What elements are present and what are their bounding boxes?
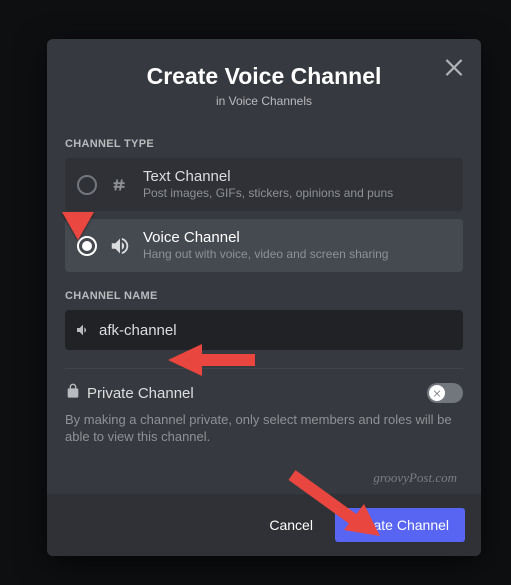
- speaker-small-icon: [75, 322, 91, 338]
- radio-voice: [77, 236, 97, 256]
- channel-name-field[interactable]: [65, 310, 463, 350]
- channel-type-label: CHANNEL TYPE: [65, 138, 463, 150]
- modal-subtitle: in Voice Channels: [65, 94, 463, 108]
- private-toggle[interactable]: [427, 383, 463, 403]
- channel-type-voice[interactable]: Voice Channel Hang out with voice, video…: [65, 219, 463, 272]
- private-channel-desc: By making a channel private, only select…: [65, 411, 463, 445]
- private-channel-row: Private Channel: [65, 383, 463, 403]
- text-channel-title: Text Channel: [143, 168, 393, 186]
- private-label-text: Private Channel: [87, 385, 194, 402]
- divider: [65, 368, 463, 369]
- cancel-button[interactable]: Cancel: [253, 508, 329, 542]
- voice-channel-title: Voice Channel: [143, 229, 388, 247]
- radio-voice-selected: [82, 241, 92, 251]
- text-channel-text: Text Channel Post images, GIFs, stickers…: [143, 168, 393, 201]
- modal-header: Create Voice Channel in Voice Channels: [47, 39, 481, 116]
- close-icon: [441, 53, 467, 79]
- channel-type-text[interactable]: Text Channel Post images, GIFs, stickers…: [65, 158, 463, 211]
- modal-body: CHANNEL TYPE Text Channel Post images, G…: [47, 116, 481, 494]
- create-channel-modal: Create Voice Channel in Voice Channels C…: [47, 39, 481, 556]
- radio-text: [77, 175, 97, 195]
- lock-icon: [65, 383, 81, 403]
- watermark: groovyPost.com: [373, 470, 457, 486]
- toggle-knob: [429, 385, 445, 401]
- modal-footer: Cancel Create Channel: [47, 494, 481, 556]
- channel-name-input[interactable]: [99, 322, 453, 339]
- voice-channel-text: Voice Channel Hang out with voice, video…: [143, 229, 388, 262]
- modal-title: Create Voice Channel: [65, 63, 463, 90]
- create-channel-button[interactable]: Create Channel: [335, 508, 465, 542]
- voice-channel-desc: Hang out with voice, video and screen sh…: [143, 247, 388, 262]
- private-channel-label: Private Channel: [65, 383, 194, 403]
- close-button[interactable]: [441, 53, 467, 79]
- text-channel-desc: Post images, GIFs, stickers, opinions an…: [143, 186, 393, 201]
- channel-name-label: CHANNEL NAME: [65, 290, 463, 302]
- speaker-icon: [109, 235, 131, 257]
- hash-icon: [109, 174, 131, 196]
